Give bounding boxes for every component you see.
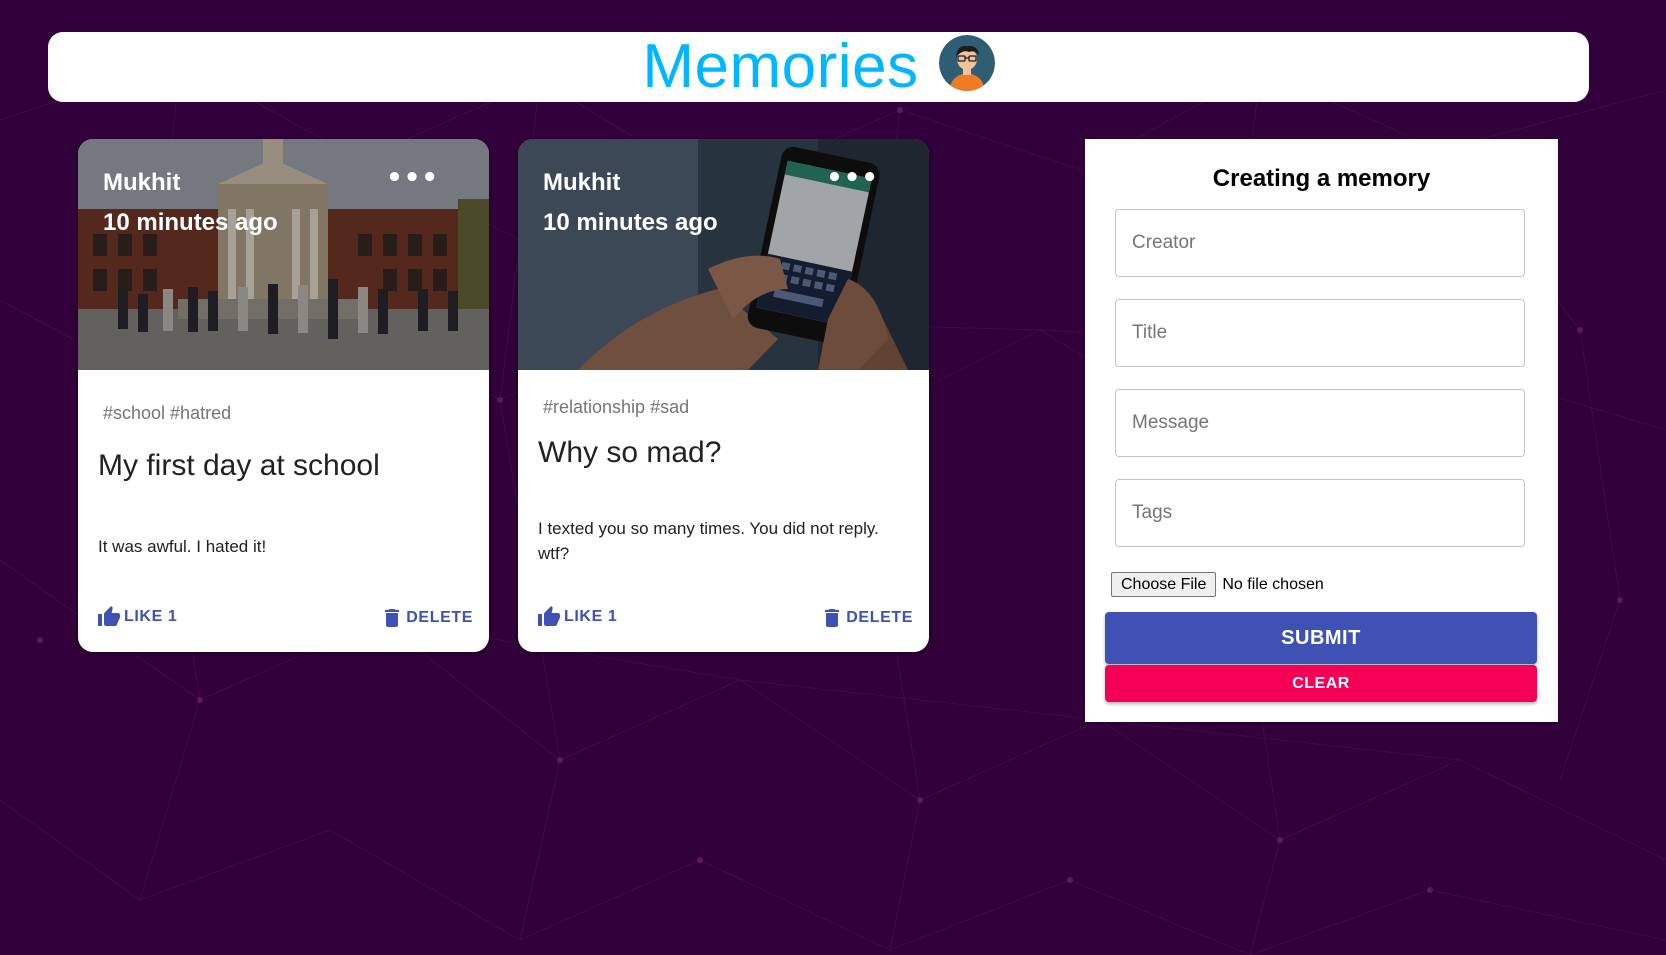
like-label: LIKE 1: [124, 608, 178, 625]
post-title: Why so mad?: [538, 436, 722, 469]
trash-icon: [385, 609, 400, 627]
message-input[interactable]: [1115, 389, 1525, 457]
app-bar: Memories: [48, 32, 1589, 102]
file-picker: Choose File No file chosen: [1111, 572, 1324, 597]
app-title: Memories: [642, 32, 919, 101]
thumb-up-icon: [538, 606, 560, 626]
post-tags: #relationship #sad: [543, 397, 690, 417]
post-time: 10 minutes ago: [543, 209, 718, 236]
more-horizontal-icon[interactable]: •••: [826, 165, 879, 191]
card-actions: LIKE 1 DELETE: [518, 605, 929, 635]
delete-label: DELETE: [846, 609, 913, 626]
file-status: No file chosen: [1222, 575, 1324, 593]
post-title: My first day at school: [98, 449, 380, 482]
choose-file-button[interactable]: Choose File: [1111, 572, 1217, 597]
hands-texting-phone-photo: Mukhit 10 minutes ago •••: [518, 139, 929, 370]
post-time: 10 minutes ago: [103, 209, 278, 236]
title-input[interactable]: [1115, 299, 1525, 367]
memory-card: Mukhit 10 minutes ago ••• #relationship …: [518, 139, 929, 652]
memory-card: Mukhit 10 minutes ago ••• #school #hatre…: [78, 139, 489, 652]
tags-input[interactable]: [1115, 479, 1525, 547]
post-message: It was awful. I hated it!: [98, 537, 267, 556]
trash-icon: [825, 609, 840, 627]
card-actions: LIKE 1 DELETE: [78, 605, 489, 635]
create-memory-form: Creating a memory Choose File No file ch…: [1085, 139, 1558, 722]
clear-button[interactable]: CLEAR: [1105, 665, 1537, 702]
form-heading: Creating a memory: [1212, 165, 1431, 192]
like-label: LIKE 1: [564, 608, 618, 625]
post-creator: Mukhit: [103, 169, 181, 196]
more-horizontal-icon[interactable]: •••: [386, 165, 439, 191]
avatar-icon: [938, 35, 995, 91]
like-button[interactable]: LIKE 1: [96, 605, 177, 629]
school-building-photo: Mukhit 10 minutes ago •••: [78, 139, 489, 370]
delete-label: DELETE: [406, 609, 473, 626]
creator-input[interactable]: [1115, 209, 1525, 277]
submit-button[interactable]: SUBMIT: [1105, 612, 1537, 664]
post-creator: Mukhit: [543, 169, 621, 196]
thumb-up-icon: [98, 606, 120, 626]
post-tags: #school #hatred: [103, 403, 232, 423]
delete-button[interactable]: DELETE: [380, 605, 473, 631]
delete-button[interactable]: DELETE: [820, 605, 913, 631]
post-message: I texted you so many times. You did not …: [538, 519, 879, 563]
like-button[interactable]: LIKE 1: [536, 605, 617, 629]
